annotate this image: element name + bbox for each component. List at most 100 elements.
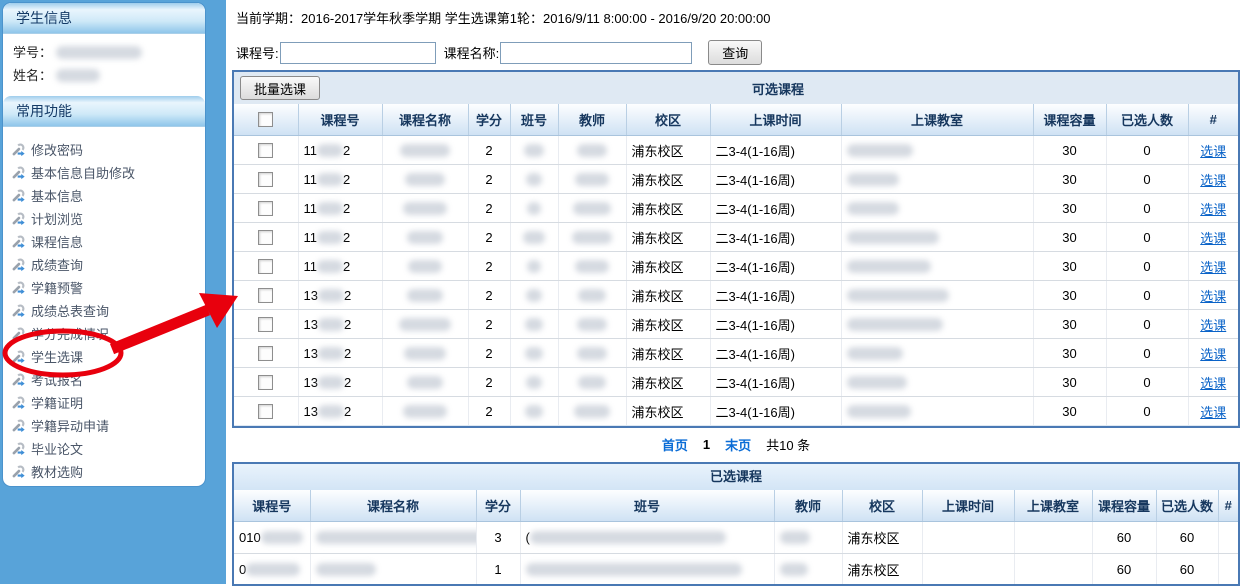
cell-course-no: 132 — [298, 310, 382, 339]
select-course-link[interactable]: 选课 — [1200, 347, 1226, 362]
cell-room — [841, 368, 1033, 397]
masked-text — [847, 231, 939, 244]
row-checkbox[interactable] — [258, 288, 273, 303]
wrench-icon — [11, 142, 26, 157]
masked-text — [525, 318, 543, 331]
cell-course-no: 112 — [298, 165, 382, 194]
masked-text — [575, 173, 609, 186]
row-checkbox[interactable] — [258, 317, 273, 332]
select-all-checkbox[interactable] — [258, 112, 273, 127]
col-header-9: 课程容量 — [1092, 490, 1156, 522]
cell-class-no — [510, 165, 558, 194]
cell-course-name — [382, 339, 468, 368]
select-course-link[interactable]: 选课 — [1200, 231, 1226, 246]
select-course-link[interactable]: 选课 — [1200, 318, 1226, 333]
course-name-input[interactable] — [500, 42, 692, 64]
sidebar-item-4[interactable]: 计划浏览 — [11, 207, 205, 230]
sidebar-item-label: 学籍预警 — [31, 278, 83, 297]
row-checkbox[interactable] — [258, 375, 273, 390]
sidebar-item-7[interactable]: 学籍预警 — [11, 276, 205, 299]
row-checkbox[interactable] — [258, 230, 273, 245]
cell-capacity: 30 — [1033, 165, 1106, 194]
batch-select-button[interactable]: 批量选课 — [240, 76, 320, 100]
sidebar-item-8[interactable]: 成绩总表查询 — [11, 299, 205, 322]
row-checkbox[interactable] — [258, 404, 273, 419]
course-no-input[interactable] — [280, 42, 436, 64]
row-checkbox[interactable] — [258, 201, 273, 216]
sidebar-item-11[interactable]: 考试报名 — [11, 368, 205, 391]
cell-teacher — [558, 252, 626, 281]
student-id-label: 学号： — [13, 45, 52, 60]
cell-selected: 0 — [1106, 368, 1188, 397]
cell-selected: 60 — [1156, 554, 1218, 586]
masked-text — [318, 405, 344, 418]
wrench-icon — [11, 303, 26, 318]
cell-time: 二3-4(1-16周) — [710, 397, 841, 426]
masked-text — [574, 405, 610, 418]
sidebar-item-label: 基本信息自助修改 — [31, 163, 135, 182]
cell-time — [922, 554, 1014, 586]
function-menu: 修改密码基本信息自助修改基本信息计划浏览课程信息成绩查询学籍预警成绩总表查询学分… — [3, 132, 205, 483]
cell-course-no: 112 — [298, 223, 382, 252]
masked-text — [577, 347, 607, 360]
select-course-link[interactable]: 选课 — [1200, 289, 1226, 304]
col-header-1: 课程号 — [298, 104, 382, 136]
sidebar-item-9[interactable]: 学分完成情况 — [11, 322, 205, 345]
wrench-icon — [11, 188, 26, 203]
masked-text — [525, 405, 543, 418]
cell-teacher — [774, 522, 842, 554]
sidebar-item-label: 学籍异动申请 — [31, 416, 109, 435]
row-checkbox[interactable] — [258, 172, 273, 187]
row-checkbox[interactable] — [258, 259, 273, 274]
search-form: 课程号: 课程名称: 查询 — [236, 40, 1246, 65]
cell-selected: 0 — [1106, 310, 1188, 339]
cell-campus: 浦东校区 — [626, 339, 710, 368]
cell-action: 选课 — [1188, 310, 1238, 339]
cell-action — [1218, 554, 1238, 586]
select-course-link[interactable]: 选课 — [1200, 144, 1226, 159]
masked-text — [847, 202, 899, 215]
col-header-2: 课程名称 — [310, 490, 476, 522]
cell-course-name — [382, 165, 468, 194]
last-page-link[interactable]: 末页 — [725, 435, 751, 454]
sidebar-item-label: 成绩总表查询 — [31, 301, 109, 320]
col-header-10: 已选人数 — [1156, 490, 1218, 522]
sidebar-item-6[interactable]: 成绩查询 — [11, 253, 205, 276]
sidebar-item-5[interactable]: 课程信息 — [11, 230, 205, 253]
sidebar-panel: 学生信息 学号： 姓名： 常用功能 修改密码基本信息自助修改基本信息计划浏览课程… — [2, 2, 206, 487]
cell-teacher — [558, 194, 626, 223]
sidebar-item-3[interactable]: 基本信息 — [11, 184, 205, 207]
cell-time: 二3-4(1-16周) — [710, 194, 841, 223]
sidebar-item-label: 成绩查询 — [31, 255, 83, 274]
available-courses-table: 课程号课程名称学分班号教师校区上课时间上课教室课程容量已选人数#1122浦东校区… — [234, 104, 1238, 425]
wrench-icon — [11, 211, 26, 226]
cell-campus: 浦东校区 — [842, 522, 922, 554]
first-page-link[interactable]: 首页 — [662, 435, 688, 454]
sidebar-item-10[interactable]: 学生选课 — [11, 345, 205, 368]
query-button[interactable]: 查询 — [708, 40, 762, 65]
select-course-link[interactable]: 选课 — [1200, 405, 1226, 420]
row-checkbox[interactable] — [258, 346, 273, 361]
cell-action: 选课 — [1188, 252, 1238, 281]
col-header-8: 上课教室 — [841, 104, 1033, 136]
sidebar-item-label: 学分完成情况 — [31, 324, 109, 343]
sidebar-item-13[interactable]: 学籍异动申请 — [11, 414, 205, 437]
cell-credits: 2 — [468, 281, 510, 310]
select-course-link[interactable]: 选课 — [1200, 260, 1226, 275]
cell-room — [841, 281, 1033, 310]
select-course-link[interactable]: 选课 — [1200, 173, 1226, 188]
sidebar-item-2[interactable]: 基本信息自助修改 — [11, 161, 205, 184]
sidebar-item-1[interactable]: 修改密码 — [11, 138, 205, 161]
select-course-link[interactable]: 选课 — [1200, 202, 1226, 217]
cell-class-no — [510, 223, 558, 252]
select-course-link[interactable]: 选课 — [1200, 376, 1226, 391]
masked-text — [526, 289, 542, 302]
cell-campus: 浦东校区 — [626, 223, 710, 252]
sidebar-item-label: 考试报名 — [31, 370, 83, 389]
sidebar-item-12[interactable]: 学籍证明 — [11, 391, 205, 414]
row-checkbox[interactable] — [258, 143, 273, 158]
sidebar-item-14[interactable]: 毕业论文 — [11, 437, 205, 460]
cell-time: 二3-4(1-16周) — [710, 136, 841, 165]
cell-teacher — [558, 397, 626, 426]
sidebar-item-15[interactable]: 教材选购 — [11, 460, 205, 483]
